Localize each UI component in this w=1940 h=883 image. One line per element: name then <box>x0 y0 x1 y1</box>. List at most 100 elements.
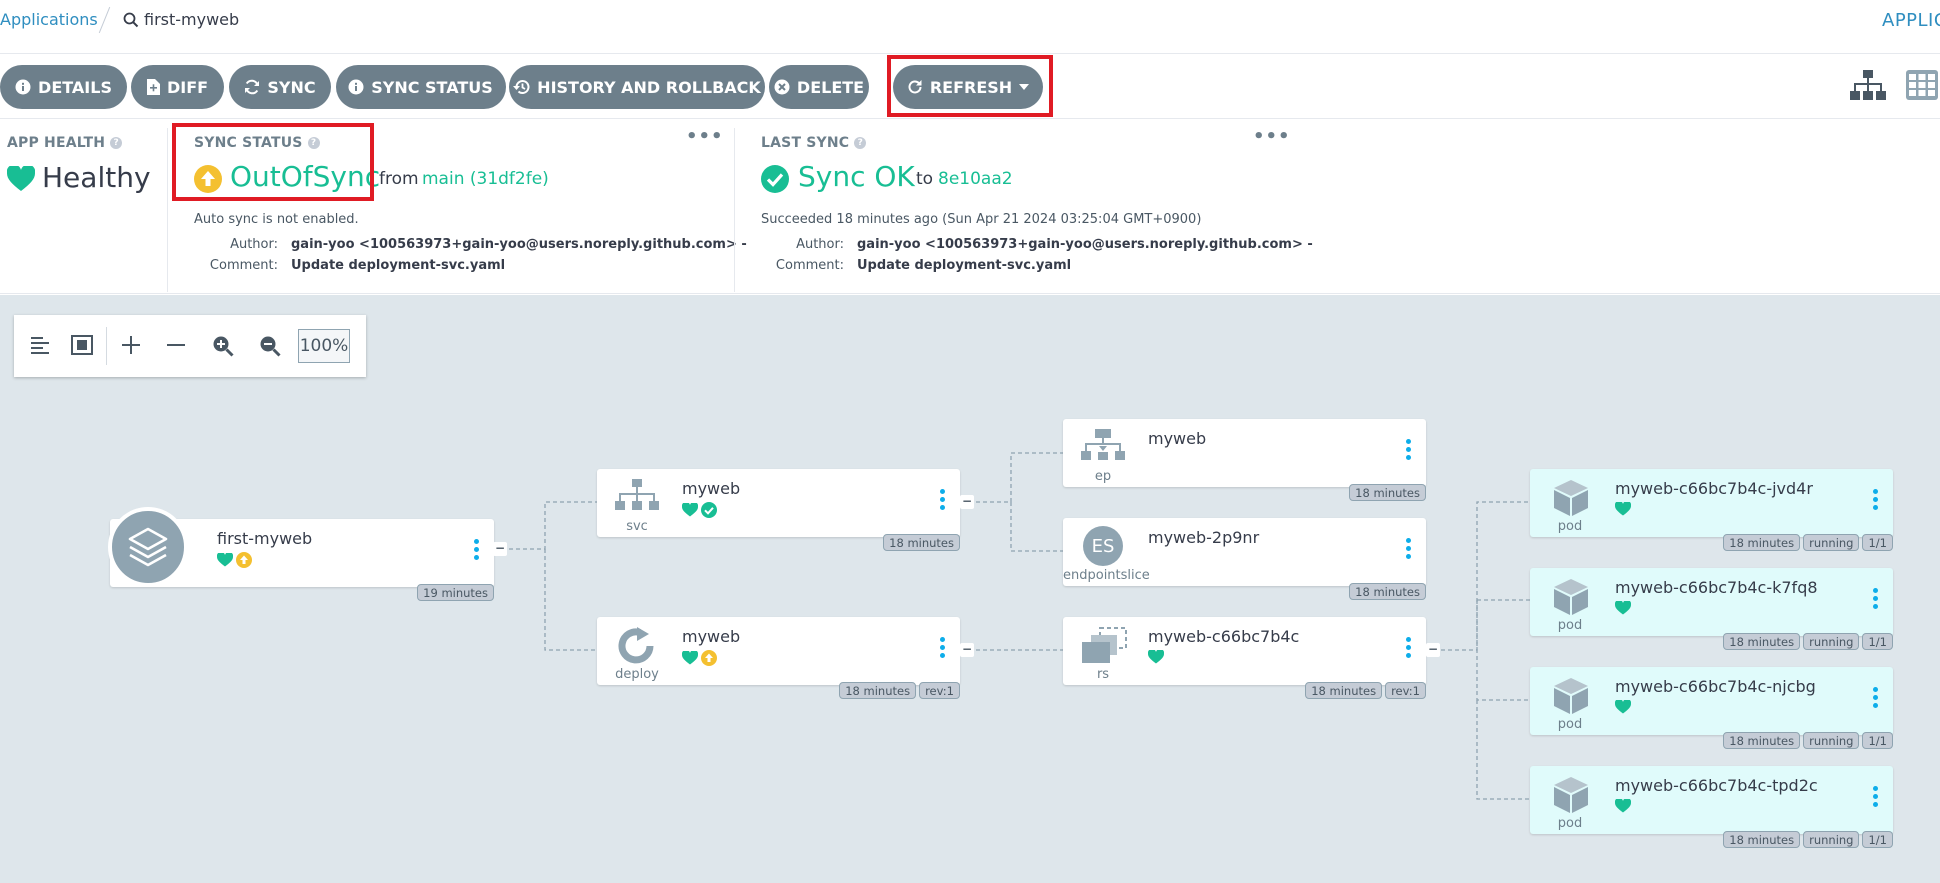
ready-tag: 1/1 <box>1862 831 1893 848</box>
toolbar: DETAILS DIFF SYNC SYNC STATUS HISTORY AN… <box>0 55 1940 119</box>
app-health-section: APP HEALTH ? <box>7 135 123 151</box>
pod-cube-icon <box>1554 777 1588 813</box>
last-sync-revision-link[interactable]: 8e10aa2 <box>938 169 1013 189</box>
node-name: myweb <box>682 627 741 646</box>
node-menu-icon[interactable] <box>940 489 946 513</box>
fit-screen-icon[interactable] <box>71 335 93 355</box>
replicaset-icon <box>1082 627 1127 663</box>
age-tag: 18 minutes <box>1723 831 1801 848</box>
sync-comment: Update deployment-svc.yaml <box>291 258 506 273</box>
node-name: myweb-c66bc7b4c-njcbg <box>1615 677 1816 696</box>
search-icon[interactable] <box>123 12 139 28</box>
node-tags: 18 minutes running 1/1 <box>1723 633 1893 650</box>
deploy-node[interactable]: deploy myweb 18 minutes rev:1 <box>597 617 960 699</box>
heart-icon <box>7 166 35 191</box>
pod-node[interactable]: pod myweb-c66bc7b4c-k7fq8 18 minutes runn… <box>1530 568 1893 650</box>
sync-revision-link[interactable]: main (31df2fe) <box>422 169 549 189</box>
sync-status-more-icon[interactable]: ••• <box>686 126 724 147</box>
node-menu-icon[interactable] <box>1873 687 1879 711</box>
node-menu-icon[interactable] <box>1406 439 1412 463</box>
align-left-icon[interactable] <box>30 335 50 355</box>
help-icon[interactable]: ? <box>854 137 867 149</box>
node-kind: endpointslice <box>1063 568 1150 583</box>
sync-button[interactable]: SYNC <box>229 65 331 109</box>
breadcrumb-app-name[interactable]: first-myweb <box>144 10 239 29</box>
service-icon <box>615 479 659 510</box>
node-menu-icon[interactable] <box>1873 786 1879 810</box>
zoom-in-icon[interactable] <box>212 335 234 357</box>
app-health-value: Healthy <box>42 161 151 194</box>
breadcrumb-applications[interactable]: Applications <box>0 10 98 29</box>
node-name: myweb <box>682 479 741 498</box>
age-tag: 18 minutes <box>1723 732 1801 749</box>
age-tag: 18 minutes <box>839 682 917 699</box>
delete-button[interactable]: DELETE <box>769 65 869 109</box>
last-sync-succeeded: Succeeded 18 minutes ago (Sun Apr 21 202… <box>761 212 1202 227</box>
minus-icon[interactable] <box>166 335 186 355</box>
pod-node[interactable]: pod myweb-c66bc7b4c-tpd2c 18 minutes runn… <box>1530 766 1893 848</box>
app-node[interactable]: first-myweb 19 minutes <box>108 507 494 601</box>
diff-label: DIFF <box>166 77 209 97</box>
collapse-toggle[interactable]: − <box>493 542 507 556</box>
last-sync-author: gain-yoo <100563973+gain-yoo@users.norep… <box>857 237 1313 252</box>
replicaset-node[interactable]: rs myweb-c66bc7b4c 18 minutes rev:1 <box>1063 617 1426 699</box>
status-tag: running <box>1803 534 1860 551</box>
node-menu-icon[interactable] <box>1406 538 1412 562</box>
heart-icon <box>1615 502 1631 516</box>
pod-node[interactable]: pod myweb-c66bc7b4c-njcbg 18 minutes runn… <box>1530 667 1893 749</box>
pod-cube-icon <box>1554 678 1588 714</box>
node-menu-icon[interactable] <box>474 539 480 563</box>
heart-icon <box>1615 700 1631 714</box>
delete-icon <box>774 79 790 95</box>
endpoints-node[interactable]: ep myweb 18 minutes <box>1063 419 1426 501</box>
node-tags: 18 minutes running 1/1 <box>1723 831 1893 848</box>
last-sync-more-icon[interactable]: ••• <box>1253 126 1291 147</box>
node-menu-icon[interactable] <box>1873 588 1879 612</box>
help-icon[interactable]: ? <box>110 137 123 149</box>
sync-status-button[interactable]: SYNC STATUS <box>335 65 506 109</box>
revision-tag: rev:1 <box>919 682 960 699</box>
sync-status-highlight-box <box>172 123 374 201</box>
sync-icon <box>245 79 260 95</box>
age-tag: 18 minutes <box>883 534 960 551</box>
grid-view-icon[interactable] <box>1906 70 1938 100</box>
divider <box>167 128 168 292</box>
ready-tag: 1/1 <box>1862 732 1893 749</box>
node-menu-icon[interactable] <box>1406 637 1412 661</box>
collapse-toggle[interactable]: − <box>1426 643 1440 657</box>
zoom-out-icon[interactable] <box>259 335 281 357</box>
heart-icon <box>1148 650 1164 664</box>
diff-button[interactable]: DIFF <box>131 65 224 109</box>
tree-view-icon[interactable] <box>1850 70 1886 100</box>
endpointslice-node[interactable]: ES endpointslice myweb-2p9nr 18 minutes <box>1063 518 1426 600</box>
resource-tree-canvas[interactable]: 100% first-myweb 19 minutes − svc myweb … <box>0 295 1940 883</box>
node-name: myweb-c66bc7b4c <box>1148 627 1300 646</box>
pod-node[interactable]: pod myweb-c66bc7b4c-jvd4r 18 minutes runn… <box>1530 469 1893 551</box>
node-status <box>1615 502 1631 516</box>
collapse-toggle[interactable]: − <box>960 495 974 509</box>
comment-key: Comment: <box>775 258 844 273</box>
node-menu-icon[interactable] <box>1873 489 1879 513</box>
info-icon <box>348 79 364 95</box>
node-tags: 18 minutes <box>883 534 960 551</box>
status-tag: running <box>1803 831 1860 848</box>
sync-author: gain-yoo <100563973+gain-yoo@users.norep… <box>291 237 747 252</box>
last-sync-label: LAST SYNC <box>761 135 850 151</box>
zoom-level-display[interactable]: 100% <box>298 329 350 363</box>
collapse-toggle[interactable]: − <box>960 643 974 657</box>
history-rollback-button[interactable]: HISTORY AND ROLLBACK <box>509 65 765 109</box>
last-sync-section: LAST SYNC ? <box>761 135 867 151</box>
sync-from-word: from <box>379 169 419 189</box>
status-panel: APP HEALTH ? Healthy SYNC STATUS ? ••• O… <box>0 120 1940 294</box>
node-name: myweb-c66bc7b4c-tpd2c <box>1615 776 1818 795</box>
node-status <box>1148 650 1164 664</box>
add-icon[interactable] <box>121 335 141 355</box>
node-menu-icon[interactable] <box>940 637 946 661</box>
details-button[interactable]: DETAILS <box>0 65 127 109</box>
node-kind: pod <box>1557 618 1583 633</box>
info-icon <box>15 79 31 95</box>
node-status <box>1615 799 1631 813</box>
last-sync-value: Sync OK <box>798 160 915 193</box>
svc-node[interactable]: svc myweb 18 minutes <box>597 469 960 551</box>
file-diff-icon <box>146 79 160 95</box>
